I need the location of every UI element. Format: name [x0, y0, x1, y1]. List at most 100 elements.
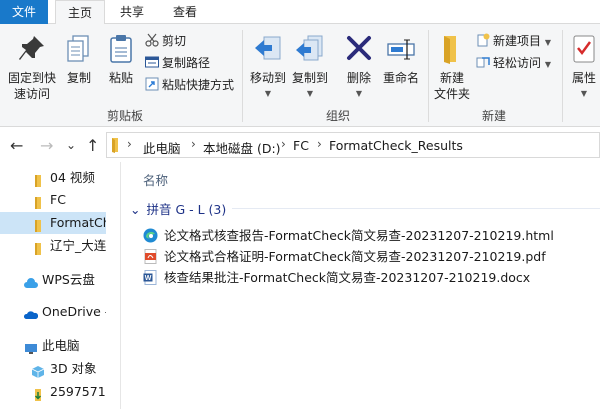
nav-item-label: 此电脑 — [42, 338, 80, 353]
new-folder-icon — [436, 32, 468, 66]
word-doc-icon: W — [143, 270, 158, 285]
pin-icon — [16, 32, 48, 66]
folder-icon — [32, 217, 44, 232]
computer-icon — [24, 340, 37, 354]
nav-item-liaoning-dalian[interactable]: 辽宁_大连 — [0, 235, 106, 257]
file-name: 论文格式核查报告-FormatCheck简文易查-20231207-210219… — [164, 228, 554, 243]
address-folder-icon — [111, 137, 121, 156]
ribbon-separator — [562, 30, 563, 122]
nav-item-label: WPS云盘 — [42, 272, 95, 287]
copy-path-button[interactable]: 复制路径 — [145, 55, 210, 71]
chevron-right-icon[interactable]: › — [317, 137, 322, 151]
copy-button[interactable]: 复制 — [62, 32, 96, 86]
nav-item-label: 04 视频 — [50, 170, 95, 185]
tab-home[interactable]: 主页 — [55, 0, 105, 25]
chevron-down-icon[interactable]: ⌄ — [130, 202, 140, 217]
new-group-label: 新建 — [481, 109, 506, 123]
new-item-dropdown-icon: ▼ — [544, 38, 551, 47]
address-bar[interactable]: › 此电脑 › 本地磁盘 (D:) › FC › FormatCheck_Res… — [106, 132, 600, 158]
easy-access-button[interactable]: 轻松访问 ▼ — [476, 55, 551, 73]
navigation-pane: 04 视频 FC FormatCheck_Results 辽宁_大连 WPS云盘… — [0, 162, 106, 409]
copy-path-icon — [145, 55, 159, 69]
recent-locations-chevron-icon[interactable]: ⌄ — [66, 138, 76, 152]
nav-item-label: 辽宁_大连 — [50, 238, 106, 253]
nav-item-fc[interactable]: FC — [0, 189, 106, 211]
pin-label-line1: 固定到快 — [7, 71, 56, 85]
tab-view[interactable]: 查看 — [163, 0, 207, 24]
new-folder-label-line2: 文件夹 — [433, 87, 470, 101]
pin-to-quick-access-button[interactable]: 固定到快 速访问 — [4, 32, 60, 102]
new-item-button[interactable]: 新建项目 ▼ — [476, 33, 551, 51]
up-arrow-icon[interactable]: ↑ — [86, 136, 99, 155]
paste-label: 粘贴 — [108, 71, 133, 85]
chevron-right-icon[interactable]: › — [191, 137, 196, 151]
file-name: 核查结果批注-FormatCheck简文易查-20231207-210219.d… — [164, 270, 531, 285]
group-header-label: 拼音 G - L (3) — [146, 202, 227, 217]
nav-item-label: 2597571 — [50, 384, 106, 399]
ribbon-tab-bar: 文件 主页 共享 查看 — [0, 0, 600, 25]
properties-icon — [568, 32, 600, 66]
nav-item-3d-objects[interactable]: 3D 对象 — [0, 358, 106, 380]
nav-item-formatcheck-results[interactable]: FormatCheck_Results — [0, 212, 106, 234]
ribbon-separator — [428, 30, 429, 122]
onedrive-cloud-icon — [23, 306, 39, 319]
properties-dropdown-icon: ▼ — [580, 89, 588, 98]
delete-label: 删除 — [346, 71, 371, 85]
edge-html-icon — [143, 228, 158, 243]
file-row[interactable]: 论文格式合格证明-FormatCheck简文易查-20231207-210219… — [143, 246, 546, 265]
folder-icon — [32, 194, 44, 209]
file-row[interactable]: 论文格式核查报告-FormatCheck简文易查-20231207-210219… — [143, 225, 554, 244]
clipboard-group-label: 剪贴板 — [106, 109, 143, 123]
new-folder-button[interactable]: 新建 文件夹 — [432, 32, 472, 102]
breadcrumb-local-disk[interactable]: 本地磁盘 (D:) — [203, 138, 281, 157]
move-to-label: 移动到 — [249, 71, 286, 85]
svg-text:W: W — [145, 275, 152, 282]
properties-button[interactable]: 属性 ▼ — [566, 32, 600, 102]
easy-access-icon — [476, 55, 490, 69]
rename-button[interactable]: 重命名 — [380, 32, 422, 86]
cut-label: 剪切 — [162, 34, 187, 48]
breadcrumb-formatcheck-results[interactable]: FormatCheck_Results — [329, 138, 463, 153]
pin-label-line2: 速访问 — [13, 87, 50, 101]
easy-access-label: 轻松访问 — [493, 56, 542, 70]
nav-item-wps-cloud[interactable]: WPS云盘 — [0, 269, 106, 291]
rename-label: 重命名 — [382, 71, 419, 85]
copy-path-label: 复制路径 — [162, 56, 211, 70]
paste-shortcut-label: 粘贴快捷方式 — [162, 78, 235, 92]
cut-button[interactable]: 剪切 — [145, 33, 186, 49]
breadcrumb-this-pc[interactable]: 此电脑 — [143, 138, 181, 157]
rename-icon — [385, 32, 417, 66]
tab-share[interactable]: 共享 — [110, 0, 154, 24]
nav-item-drive[interactable]: 2597571 — [0, 381, 106, 403]
scissors-icon — [145, 33, 159, 47]
chevron-right-icon[interactable]: › — [127, 137, 132, 151]
pdf-icon — [143, 249, 158, 264]
pane-divider[interactable] — [120, 162, 121, 409]
copy-to-icon — [294, 32, 326, 66]
paste-shortcut-button[interactable]: 粘贴快捷方式 — [145, 77, 234, 93]
back-arrow-icon[interactable]: ← — [10, 136, 23, 155]
copy-to-button[interactable]: 复制到 ▼ — [290, 32, 330, 102]
paste-icon — [105, 32, 137, 66]
nav-item-onedrive[interactable]: OneDrive - Personal — [0, 301, 106, 323]
chevron-right-icon[interactable]: › — [281, 137, 286, 151]
tab-file[interactable]: 文件 — [0, 0, 48, 24]
move-to-button[interactable]: 移动到 ▼ — [248, 32, 288, 102]
organize-group-label: 组织 — [325, 109, 350, 123]
delete-button[interactable]: 删除 ▼ — [342, 32, 376, 102]
file-row[interactable]: W 核查结果批注-FormatCheck简文易查-20231207-210219… — [143, 267, 530, 286]
navigation-bar: ← → ⌄ ↑ › 此电脑 › 本地磁盘 (D:) › FC › FormatC… — [0, 128, 600, 162]
group-header[interactable]: ⌄ 拼音 G - L (3) — [130, 199, 226, 218]
wps-cloud-icon — [24, 274, 38, 288]
3d-object-icon — [31, 363, 45, 378]
column-header-name[interactable]: 名称 — [143, 170, 168, 189]
folder-icon — [32, 240, 44, 255]
forward-arrow-icon[interactable]: → — [40, 136, 53, 155]
easy-access-dropdown-icon: ▼ — [544, 60, 551, 69]
breadcrumb-fc[interactable]: FC — [293, 138, 309, 153]
nav-item-videos[interactable]: 04 视频 — [0, 167, 106, 189]
nav-item-this-pc[interactable]: 此电脑 — [0, 335, 106, 357]
paste-button[interactable]: 粘贴 — [104, 32, 138, 86]
delete-dropdown-icon: ▼ — [355, 89, 363, 98]
properties-label: 属性 — [571, 71, 596, 85]
